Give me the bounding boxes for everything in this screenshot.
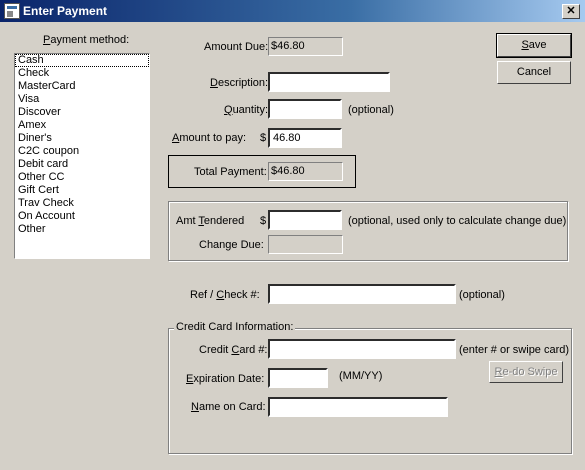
description-input[interactable] (268, 72, 390, 92)
name-on-card-label: Name on Card: (191, 401, 266, 413)
payment-method-item[interactable]: Cash (15, 54, 149, 67)
amount-to-pay-input[interactable] (268, 128, 342, 148)
change-due-value (268, 235, 343, 254)
total-payment-value: $46.80 (268, 162, 343, 181)
window-title: Enter Payment (23, 4, 108, 18)
title-bar: Enter Payment ✕ (0, 0, 585, 22)
quantity-input[interactable] (268, 99, 342, 119)
amount-due-value: $46.80 (268, 37, 343, 56)
amt-tendered-label: Amt Tendered (176, 215, 245, 227)
payment-method-item[interactable]: Discover (15, 106, 149, 119)
credit-card-number-hint: (enter # or swipe card) (459, 344, 570, 356)
quantity-hint: (optional) (348, 104, 394, 116)
amount-to-pay-label: Amount to pay: (172, 132, 246, 144)
ref-check-input[interactable] (268, 284, 456, 304)
payment-method-item[interactable]: Check (15, 67, 149, 80)
amt-tendered-hint: (optional, used only to calculate change… (348, 215, 567, 227)
expiration-date-hint: (MM/YY) (339, 370, 383, 382)
payment-method-item[interactable]: Trav Check (15, 197, 149, 210)
payment-method-item[interactable]: On Account (15, 210, 149, 223)
total-payment-label: Total Payment: (194, 166, 267, 178)
credit-card-number-label: Credit Card #: (199, 344, 268, 356)
expiration-date-label: Expiration Date: (186, 373, 265, 385)
description-label: Description: (210, 77, 269, 89)
name-on-card-input[interactable] (268, 397, 448, 417)
credit-card-number-input[interactable] (268, 339, 456, 359)
ref-check-hint: (optional) (459, 289, 505, 301)
payment-method-item[interactable]: MasterCard (15, 80, 149, 93)
payment-method-item[interactable]: Diner's (15, 132, 149, 145)
app-icon (4, 3, 20, 19)
save-button[interactable]: Save (496, 33, 572, 58)
payment-method-item[interactable]: Other (15, 223, 149, 236)
expiration-date-input[interactable] (268, 368, 328, 388)
amt-tendered-currency: $ (260, 215, 267, 227)
payment-method-item[interactable]: Visa (15, 93, 149, 106)
change-due-label: Change Due: (199, 239, 264, 251)
payment-method-list[interactable]: Cash Check MasterCard Visa Discover Amex Diner… (14, 53, 150, 259)
amount-due-label: Amount Due: (204, 41, 269, 53)
quantity-label: Quantity: (224, 104, 269, 116)
redo-swipe-button[interactable]: Re-do Swipe (489, 361, 563, 383)
ref-check-label: Ref / Check #: (190, 289, 260, 301)
payment-method-label: Payment method: (43, 34, 130, 46)
credit-card-group-label: Credit Card Information: (174, 321, 296, 333)
payment-method-item[interactable]: Amex (15, 119, 149, 132)
payment-method-item[interactable]: C2C coupon (15, 145, 149, 158)
close-button[interactable]: ✕ (562, 4, 580, 19)
payment-method-item[interactable]: Gift Cert (15, 184, 149, 197)
payment-method-item[interactable]: Debit card (15, 158, 149, 171)
payment-method-item[interactable]: Other CC (15, 171, 149, 184)
amt-tendered-input[interactable] (268, 210, 342, 230)
cancel-button[interactable]: Cancel (497, 61, 571, 84)
tendered-group (168, 201, 568, 261)
amount-to-pay-currency: $ (260, 132, 267, 144)
